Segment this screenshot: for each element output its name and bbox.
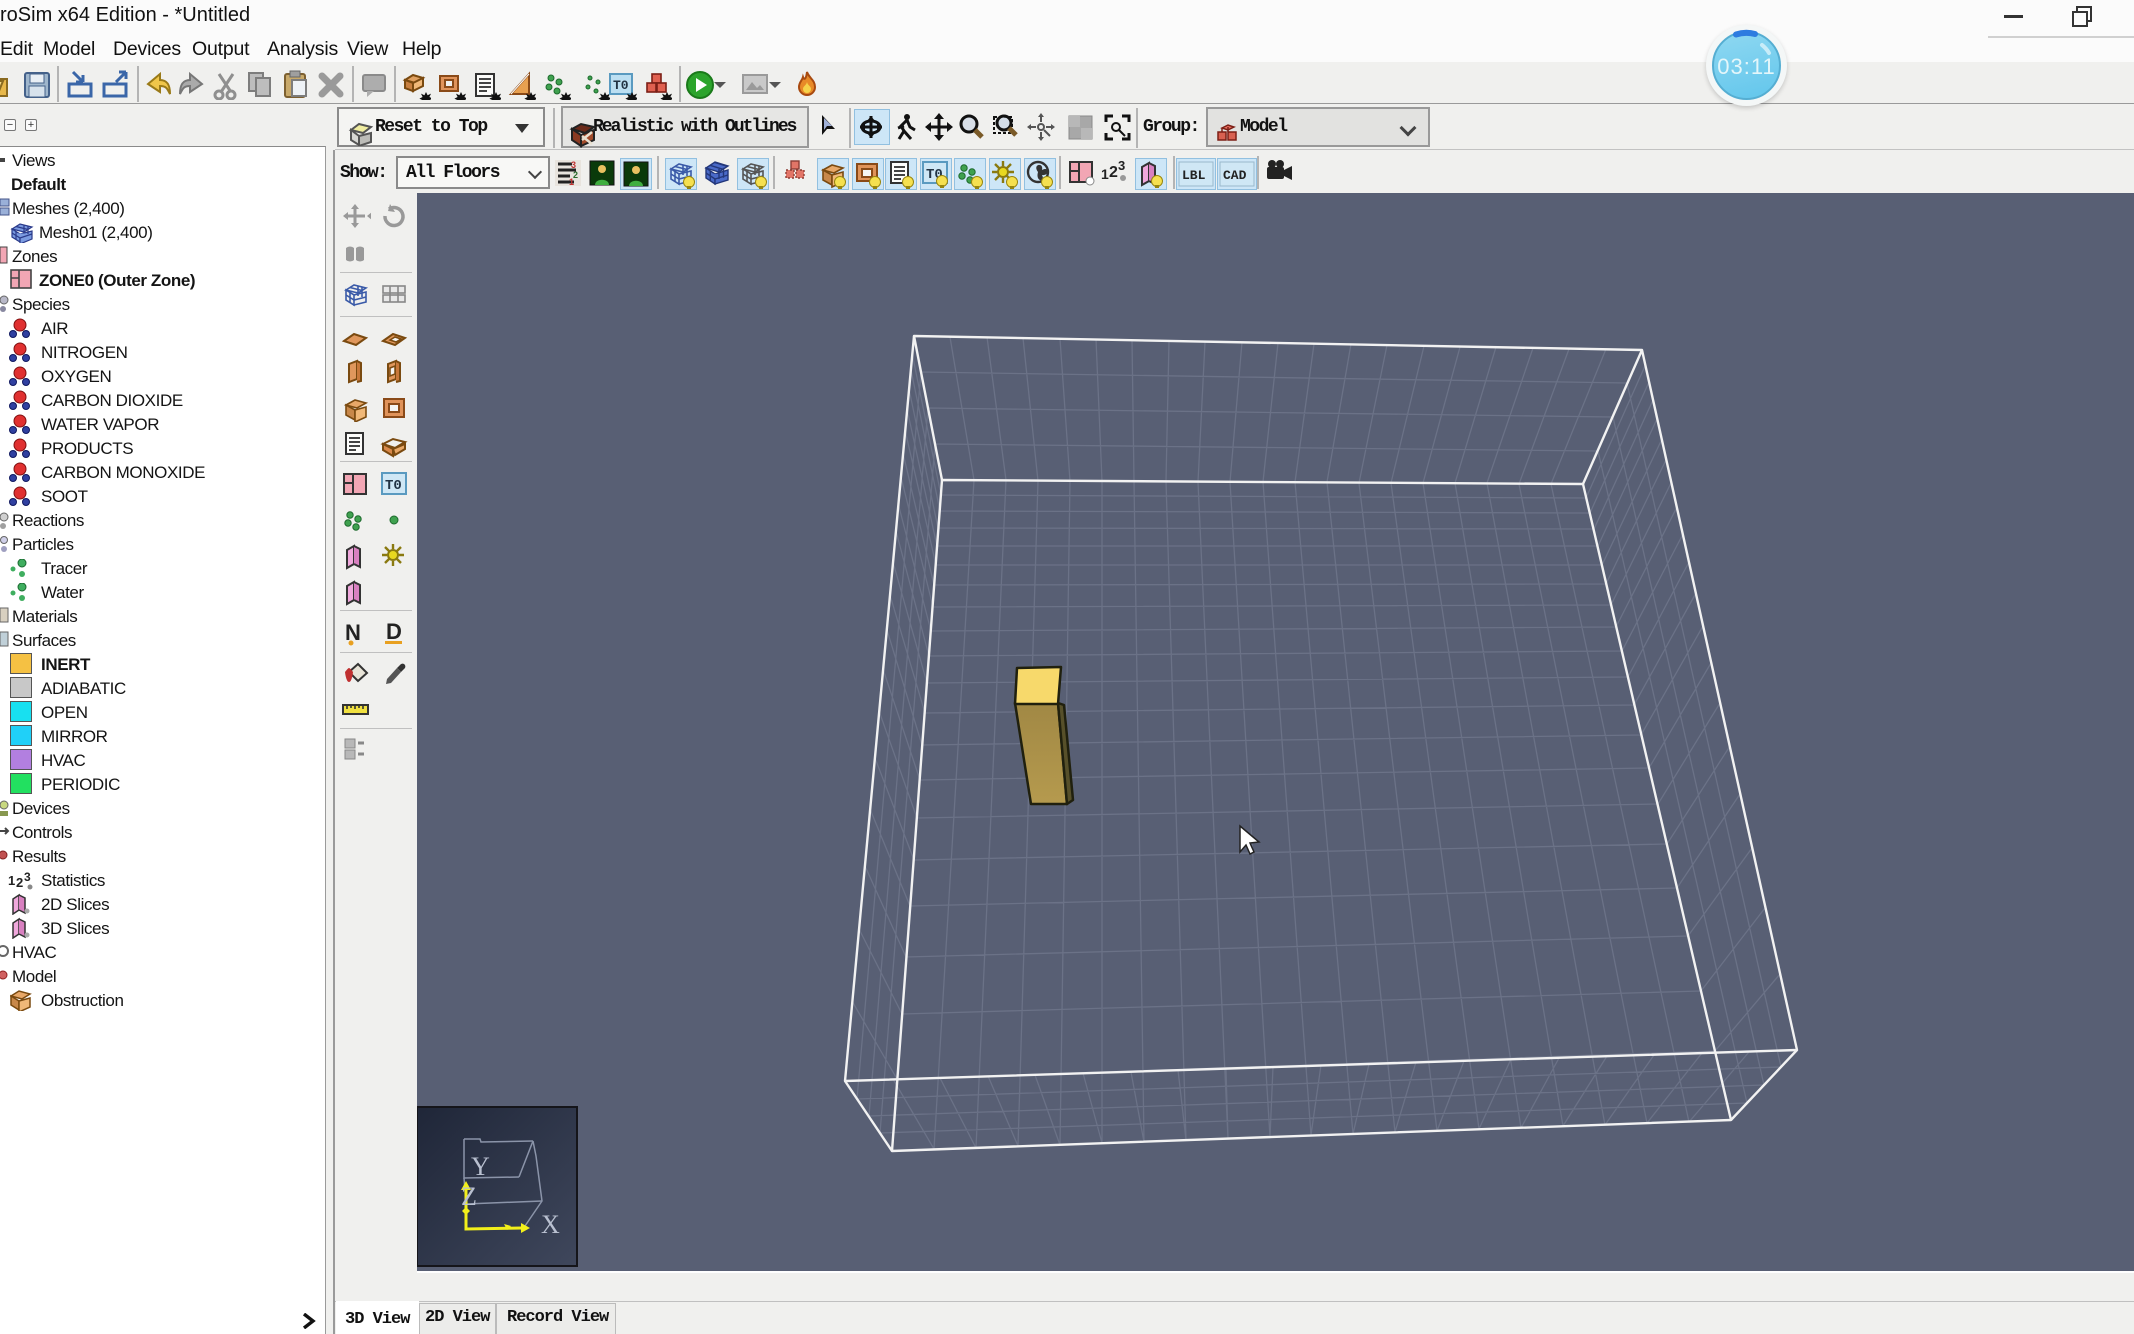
- svg-text:N: N: [345, 620, 361, 645]
- svg-text:Y: Y: [471, 1152, 490, 1181]
- svg-text:D: D: [386, 619, 402, 644]
- svg-text:3: 3: [571, 160, 576, 170]
- svg-text:3: 3: [24, 870, 31, 884]
- svg-text:CAD: CAD: [1223, 168, 1247, 183]
- svg-text:LBL: LBL: [1182, 168, 1206, 183]
- svg-text:3: 3: [1118, 158, 1125, 173]
- svg-text:X: X: [541, 1210, 560, 1239]
- svg-text:1: 1: [1101, 166, 1109, 182]
- svg-text:Z: Z: [461, 1182, 477, 1211]
- svg-text:T0: T0: [385, 478, 402, 494]
- svg-text:2: 2: [1109, 164, 1118, 181]
- svg-text:2: 2: [16, 875, 23, 890]
- svg-text:T0: T0: [613, 78, 629, 93]
- svg-text:1: 1: [569, 177, 574, 187]
- svg-text:1: 1: [8, 873, 15, 888]
